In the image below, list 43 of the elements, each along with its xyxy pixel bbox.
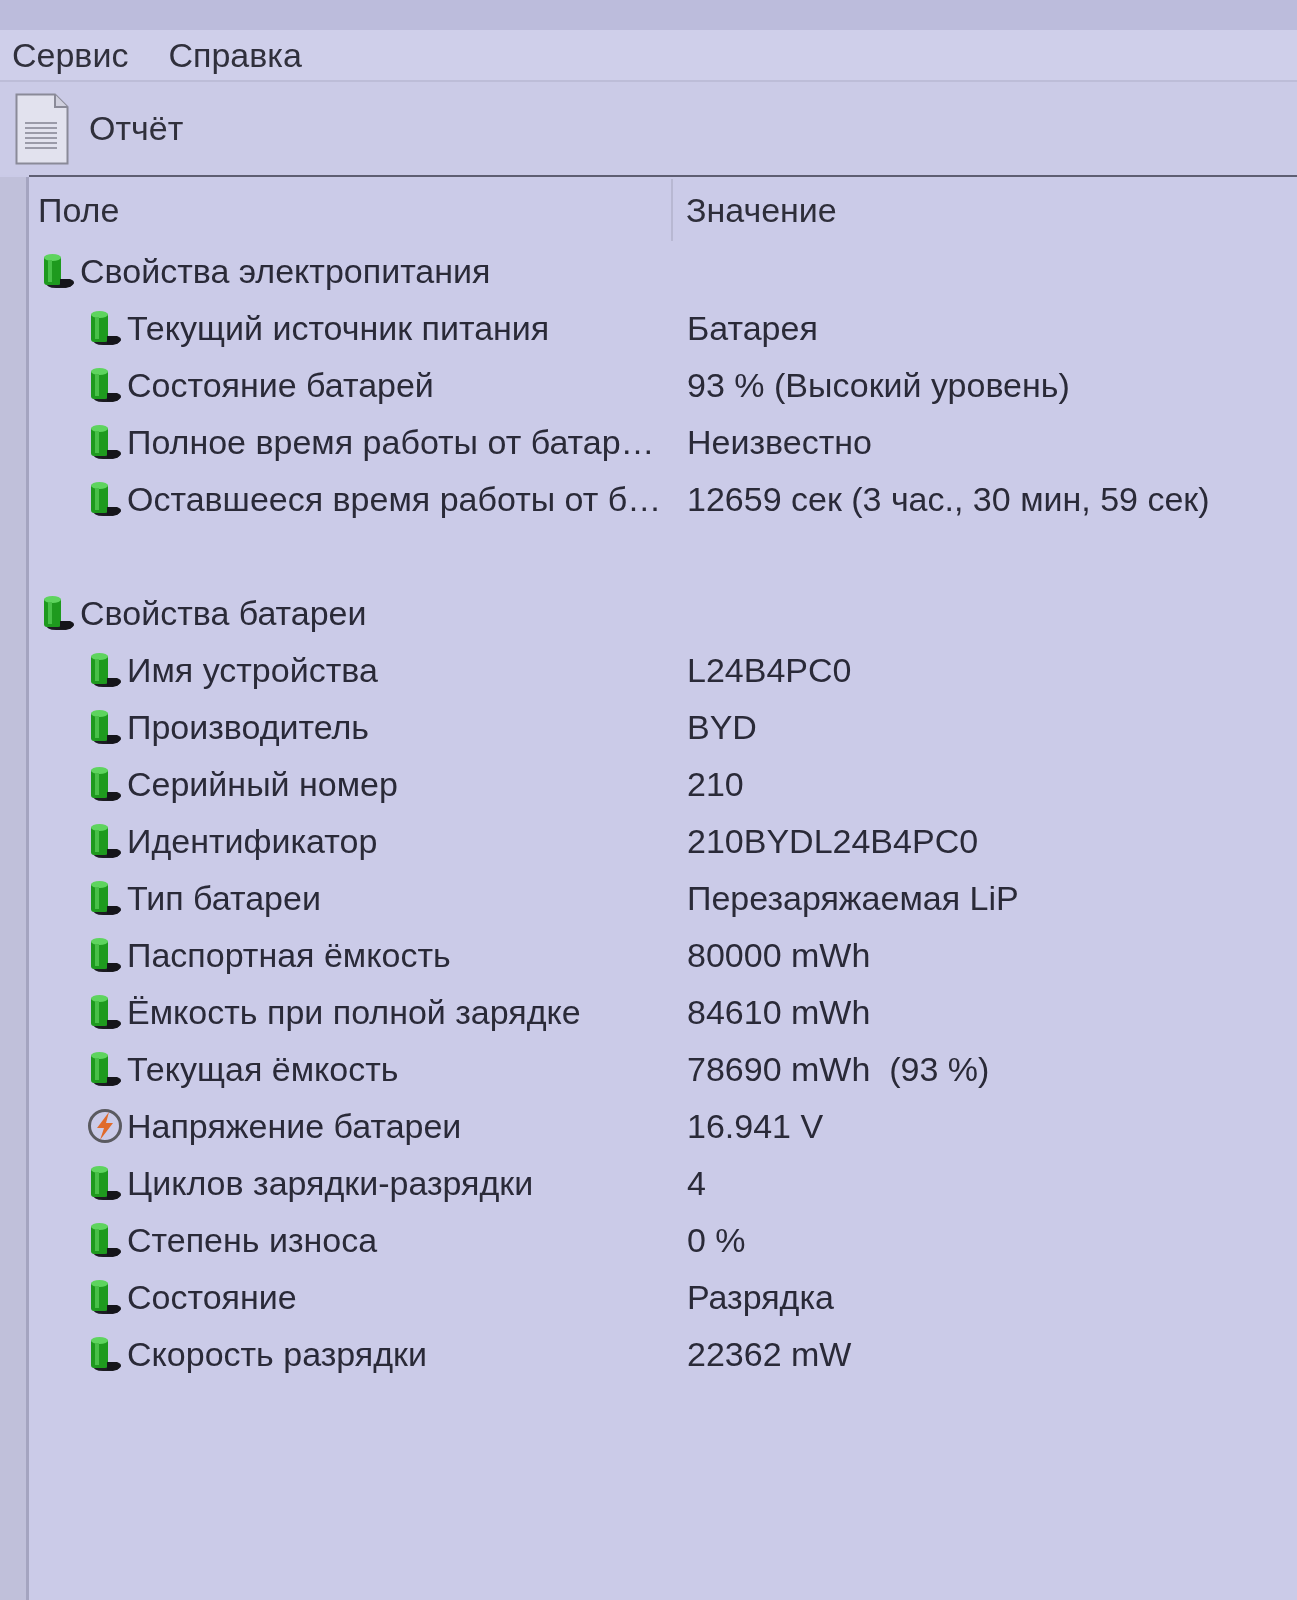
field-name[interactable]: Серийный номер bbox=[127, 764, 398, 805]
field-name[interactable]: Текущая ёмкость bbox=[127, 1049, 399, 1090]
field-value: 22362 mW bbox=[687, 1335, 852, 1374]
field-value: Разрядка bbox=[687, 1278, 834, 1317]
lightning-icon bbox=[87, 1107, 123, 1146]
field-name[interactable]: Скорость разрядки bbox=[127, 1334, 427, 1375]
field-name[interactable]: Текущий источник питания bbox=[127, 308, 550, 349]
field-value: 0 % bbox=[687, 1221, 746, 1260]
field-value: Неизвестно bbox=[687, 423, 872, 462]
field-value: BYD bbox=[687, 708, 757, 747]
column-header[interactable]: Поле bbox=[38, 190, 120, 230]
field-name[interactable]: Оставшееся время работы от б… bbox=[127, 479, 662, 520]
field-value: 12659 сек (3 час., 30 мин, 59 сек) bbox=[687, 480, 1210, 519]
field-value: Перезаряжаемая LiP bbox=[687, 879, 1019, 918]
field-value: 78690 mWh (93 %) bbox=[687, 1050, 990, 1089]
field-name[interactable]: Имя устройства bbox=[127, 650, 378, 691]
field-name[interactable]: Полное время работы от батар… bbox=[127, 422, 655, 463]
group-title[interactable]: Свойства электропитания bbox=[80, 251, 491, 292]
field-name[interactable]: Идентификатор bbox=[127, 821, 378, 862]
field-name[interactable]: Паспортная ёмкость bbox=[127, 935, 451, 976]
group-title[interactable]: Свойства батареи bbox=[80, 593, 367, 634]
menu-item[interactable]: Справка bbox=[168, 35, 302, 75]
field-value: 80000 mWh bbox=[687, 936, 871, 975]
field-value: 210BYDL24B4PC0 bbox=[687, 822, 979, 861]
field-value: 210 bbox=[687, 765, 744, 804]
field-name[interactable]: Ёмкость при полной зарядке bbox=[127, 992, 581, 1033]
field-value: 4 bbox=[687, 1164, 706, 1203]
document-icon bbox=[15, 92, 69, 165]
field-value: Батарея bbox=[687, 309, 818, 348]
field-name[interactable]: Производитель bbox=[127, 707, 370, 748]
field-name[interactable]: Состояние bbox=[127, 1277, 297, 1318]
field-value: L24B4PC0 bbox=[687, 651, 852, 690]
field-name[interactable]: Циклов зарядки-разрядки bbox=[127, 1163, 534, 1204]
field-value: 84610 mWh bbox=[687, 993, 871, 1032]
field-name[interactable]: Напряжение батареи bbox=[127, 1106, 462, 1147]
field-name[interactable]: Степень износа bbox=[127, 1220, 378, 1261]
menu-item[interactable]: Сервис bbox=[12, 35, 129, 75]
field-value: 16.941 V bbox=[687, 1107, 824, 1146]
field-name[interactable]: Состояние батарей bbox=[127, 365, 434, 406]
field-name[interactable]: Тип батареи bbox=[127, 878, 321, 919]
report-button[interactable]: Отчёт bbox=[15, 92, 184, 165]
field-value: 93 % (Высокий уровень) bbox=[687, 366, 1070, 405]
column-header[interactable]: Значение bbox=[686, 190, 837, 229]
